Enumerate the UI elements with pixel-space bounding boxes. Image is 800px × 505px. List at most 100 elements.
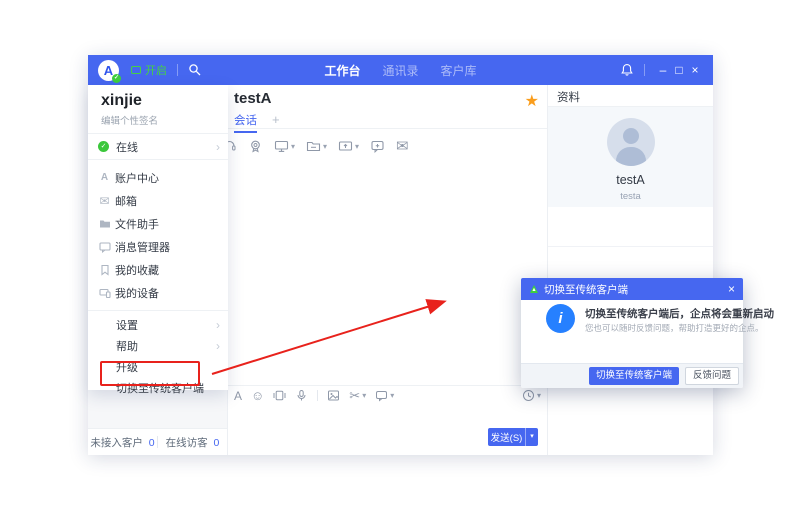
profile-card: testA testa: [548, 107, 713, 207]
add-tab-button[interactable]: +: [272, 112, 280, 127]
chat-title: testA: [234, 90, 272, 107]
tab-customers[interactable]: 客户库: [441, 62, 477, 79]
feedback-button[interactable]: 反馈问题: [684, 367, 739, 385]
menu-item-upgrade[interactable]: 升级: [88, 356, 228, 377]
screenshot-icon[interactable]: ✂ ▾: [349, 389, 366, 402]
message-manager-icon: [98, 240, 111, 253]
status-label: 在线: [116, 141, 138, 154]
star-favorite-icon[interactable]: ★: [525, 91, 539, 111]
menu-item-my-devices[interactable]: 我的设备: [88, 281, 228, 304]
bell-icon[interactable]: [620, 63, 634, 77]
menu-item-message-manager[interactable]: 消息管理器: [88, 235, 228, 258]
bookmark-icon: [98, 263, 111, 276]
quick-reply-icon[interactable]: [370, 139, 385, 154]
close-button[interactable]: ×: [687, 55, 703, 85]
caret-down-icon: ▾: [323, 142, 328, 151]
file-transfer-icon[interactable]: ▾: [306, 139, 327, 154]
tab-contacts[interactable]: 通讯录: [382, 62, 418, 79]
account-icon: A: [100, 172, 109, 183]
topbar-right: – □ ×: [620, 55, 703, 85]
menu-item-settings[interactable]: 设置 ›: [88, 314, 228, 335]
desktop-canvas: A ✓ 开启 工作台 通讯录 客户库 – □ × 未接入客户 0 在线访客 0 …: [0, 0, 800, 505]
maximize-button[interactable]: □: [671, 55, 687, 85]
chat-toolbar: ▾ ▾ ▾ ✉: [222, 139, 409, 154]
online-visitors[interactable]: 在线访客 0: [158, 435, 227, 450]
switch-client-dialog: 切换至传统客户端 × i 切换至传统客户端后，企点将会重新启动 您也可以随时反馈…: [521, 278, 774, 388]
dialog-body: i 切换至传统客户端后，企点将会重新启动 您也可以随时反馈问题，帮助打造更好的企…: [521, 300, 774, 363]
image-icon[interactable]: [327, 389, 340, 402]
profile-section-divider: [548, 246, 713, 247]
screen-share-icon[interactable]: ▾: [338, 139, 359, 154]
pending-customers[interactable]: 未接入客户 0: [88, 435, 157, 450]
menu-item-mailbox[interactable]: ✉ 邮箱: [88, 189, 228, 212]
dialog-submessage: 您也可以随时反馈问题，帮助打造更好的企点。: [585, 323, 764, 333]
caret-down-icon: ▾: [536, 391, 541, 400]
online-visitors-label: 在线访客: [165, 436, 208, 449]
caret-down-icon: ▾: [362, 391, 367, 400]
switch-client-confirm-button[interactable]: 切换至传统客户端: [588, 367, 679, 385]
chevron-right-icon: ›: [216, 317, 220, 332]
app-window: A ✓ 开启 工作台 通讯录 客户库 – □ × 未接入客户 0 在线访客 0 …: [88, 55, 774, 455]
menu-item-file-assistant[interactable]: 文件助手: [88, 212, 228, 235]
font-style-icon[interactable]: A: [234, 390, 242, 402]
tab-workbench[interactable]: 工作台: [324, 62, 360, 79]
profile-tabbar: 资料: [548, 85, 713, 111]
edit-signature-link[interactable]: 编辑个性签名: [101, 113, 215, 127]
window-shake-icon[interactable]: [273, 389, 286, 402]
dialog-message: 切换至传统客户端后，企点将会重新启动: [585, 308, 774, 320]
logo-online-check-icon: ✓: [112, 73, 121, 83]
visitor-status-bar: 未接入客户 0 在线访客 0: [88, 428, 227, 455]
menu-item-switch-classic-client[interactable]: 切换至传统客户端: [88, 377, 228, 398]
menu-item-help[interactable]: 帮助 ›: [88, 335, 228, 356]
send-options-caret-icon[interactable]: ▾: [525, 428, 538, 446]
avatar: [606, 118, 655, 166]
chevron-right-icon: ›: [216, 338, 220, 353]
dialog-logo-icon: [530, 285, 538, 293]
pending-customers-count: 0: [148, 436, 155, 449]
dialog-footer: 切换至传统客户端 反馈问题: [521, 363, 743, 388]
send-button-label: 发送(S): [490, 433, 523, 444]
minimize-button[interactable]: –: [655, 55, 671, 85]
badge-icon[interactable]: [248, 139, 263, 154]
monitor-mini-icon: [131, 66, 141, 74]
chevron-right-icon: ›: [216, 139, 220, 154]
open-badge-label: 开启: [145, 65, 167, 77]
dialog-titlebar: 切换至传统客户端 ×: [521, 278, 743, 300]
dialog-close-icon[interactable]: ×: [728, 283, 735, 295]
profile-name: testA: [616, 173, 645, 187]
microphone-icon[interactable]: [295, 389, 308, 402]
folder-icon: [98, 217, 111, 230]
pending-customers-label: 未接入客户: [90, 436, 143, 449]
mail-icon[interactable]: ✉: [396, 139, 409, 154]
online-visitors-count: 0: [213, 436, 220, 449]
service-open-badge[interactable]: 开启: [131, 62, 167, 78]
emoji-icon[interactable]: ☺: [251, 389, 264, 402]
avatar-head-shape: [622, 128, 639, 144]
devices-icon: [98, 286, 111, 299]
menu-item-account-center[interactable]: A 账户中心: [88, 166, 228, 189]
avatar-body-shape: [615, 147, 646, 166]
chat-panel: testA ★ 会话 + ▾ ▾ ▾ ✉ A ☺ ✂ ▾ ▾ ▾ 发送(S) ▾: [223, 85, 548, 455]
search-icon[interactable]: [188, 63, 202, 77]
toolbar-divider: [317, 390, 319, 401]
menu-item-status[interactable]: ✓ 在线 ›: [88, 134, 228, 160]
caret-down-icon: ▾: [355, 142, 360, 151]
message-history-icon[interactable]: ▾: [522, 389, 541, 402]
chat-window-icon[interactable]: ▾: [375, 389, 394, 402]
tab-session[interactable]: 会话: [234, 112, 257, 133]
send-button[interactable]: 发送(S) ▾: [488, 428, 538, 446]
topbar-divider: [177, 64, 178, 76]
menu-header: xinjie 编辑个性签名: [88, 85, 228, 134]
menu-item-favorites[interactable]: 我的收藏: [88, 258, 228, 281]
menu-group-primary: A 账户中心 ✉ 邮箱 文件助手 消息管理器 我的收藏 我的设备: [88, 160, 228, 311]
mail-icon: ✉: [99, 193, 110, 208]
remote-desktop-icon[interactable]: ▾: [274, 139, 295, 154]
topbar: A ✓ 开启 工作台 通讯录 客户库 – □ ×: [88, 55, 713, 85]
topbar-divider: [644, 64, 645, 76]
online-status-icon: ✓: [98, 141, 109, 152]
caret-down-icon: ▾: [390, 391, 395, 400]
profile-panel: 资料 testA testa: [548, 85, 713, 455]
app-logo-icon[interactable]: A ✓: [98, 59, 121, 83]
info-icon: i: [546, 304, 575, 333]
user-dropdown-menu: xinjie 编辑个性签名 ✓ 在线 › A 账户中心 ✉ 邮箱 文件助手 消息…: [88, 85, 228, 395]
